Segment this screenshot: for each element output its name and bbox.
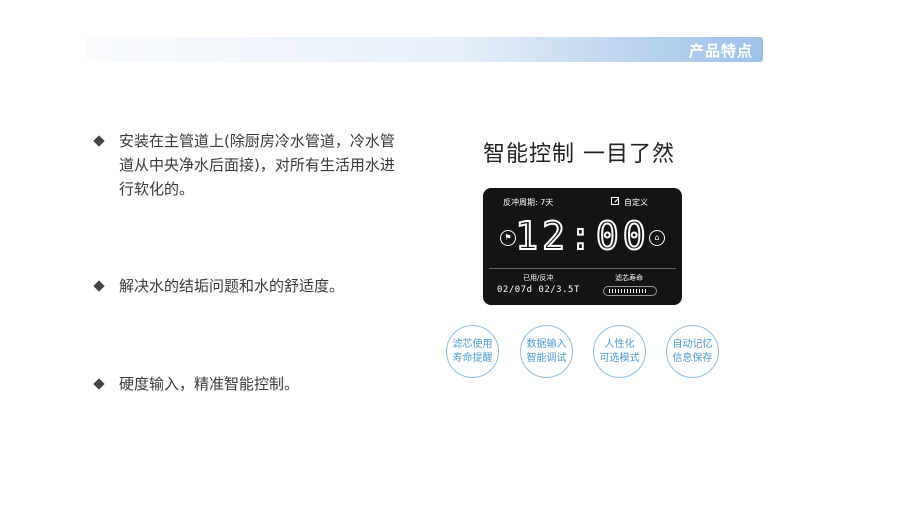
badge-line: 滤芯使用 — [452, 338, 493, 350]
badge-modes: 人性化 可选模式 — [593, 325, 646, 378]
used-backwash-label: 已用/反冲 — [523, 274, 554, 282]
badge-line: 信息保存 — [672, 352, 713, 364]
diamond-bullet-icon — [93, 135, 105, 147]
custom-label: 自定义 — [611, 197, 648, 208]
feature-item: 安装在主管道上(除厨房冷水管道，冷水管道从中央净水后面接)，对所有生活用水进行软… — [93, 129, 395, 201]
filter-life-fill — [609, 289, 646, 293]
section-title: 产品特点 — [688, 42, 753, 60]
control-display: 反冲周期: 7天 自定义 ⚑ ⌂ 12:00 已用/反冲 滤芯寿命 02/07d… — [483, 188, 682, 305]
time-display: 12:00 — [514, 213, 650, 259]
badge-line: 智能调试 — [526, 352, 567, 364]
backwash-cycle-label: 反冲周期: 7天 — [503, 198, 554, 207]
feature-item: 硬度输入，精准智能控制。 — [93, 372, 425, 396]
badge-line: 数据输入 — [526, 338, 567, 350]
badge-line: 人性化 — [604, 338, 635, 350]
divider — [489, 268, 676, 269]
feature-text: 解决水的结垢问题和水的舒适度。 — [119, 277, 345, 295]
used-backwash-value: 02/07d 02/3.5T — [497, 285, 580, 295]
badge-line: 寿命提醒 — [452, 352, 493, 364]
custom-label-text: 自定义 — [624, 198, 648, 207]
badge-line: 自动记忆 — [672, 338, 713, 350]
panel-title: 智能控制 一目了然 — [483, 142, 675, 167]
feature-text: 硬度输入，精准智能控制。 — [119, 375, 300, 393]
badge-line: 可选模式 — [599, 352, 640, 364]
filter-life-label: 滤芯寿命 — [615, 274, 643, 282]
feature-text: 安装在主管道上(除厨房冷水管道，冷水管道从中央净水后面接)，对所有生活用水进行软… — [119, 132, 395, 198]
header-bar: 产品特点 — [86, 37, 763, 62]
badge-data-input: 数据输入 智能调试 — [520, 325, 573, 378]
diamond-bullet-icon — [93, 378, 105, 390]
edit-icon — [611, 197, 619, 205]
badge-auto-memory: 自动记忆 信息保存 — [666, 325, 719, 378]
feature-item: 解决水的结垢问题和水的舒适度。 — [93, 274, 425, 298]
filter-life-bar — [603, 286, 657, 296]
badge-filter-reminder: 滤芯使用 寿命提醒 — [446, 325, 499, 378]
diamond-bullet-icon — [93, 280, 105, 292]
